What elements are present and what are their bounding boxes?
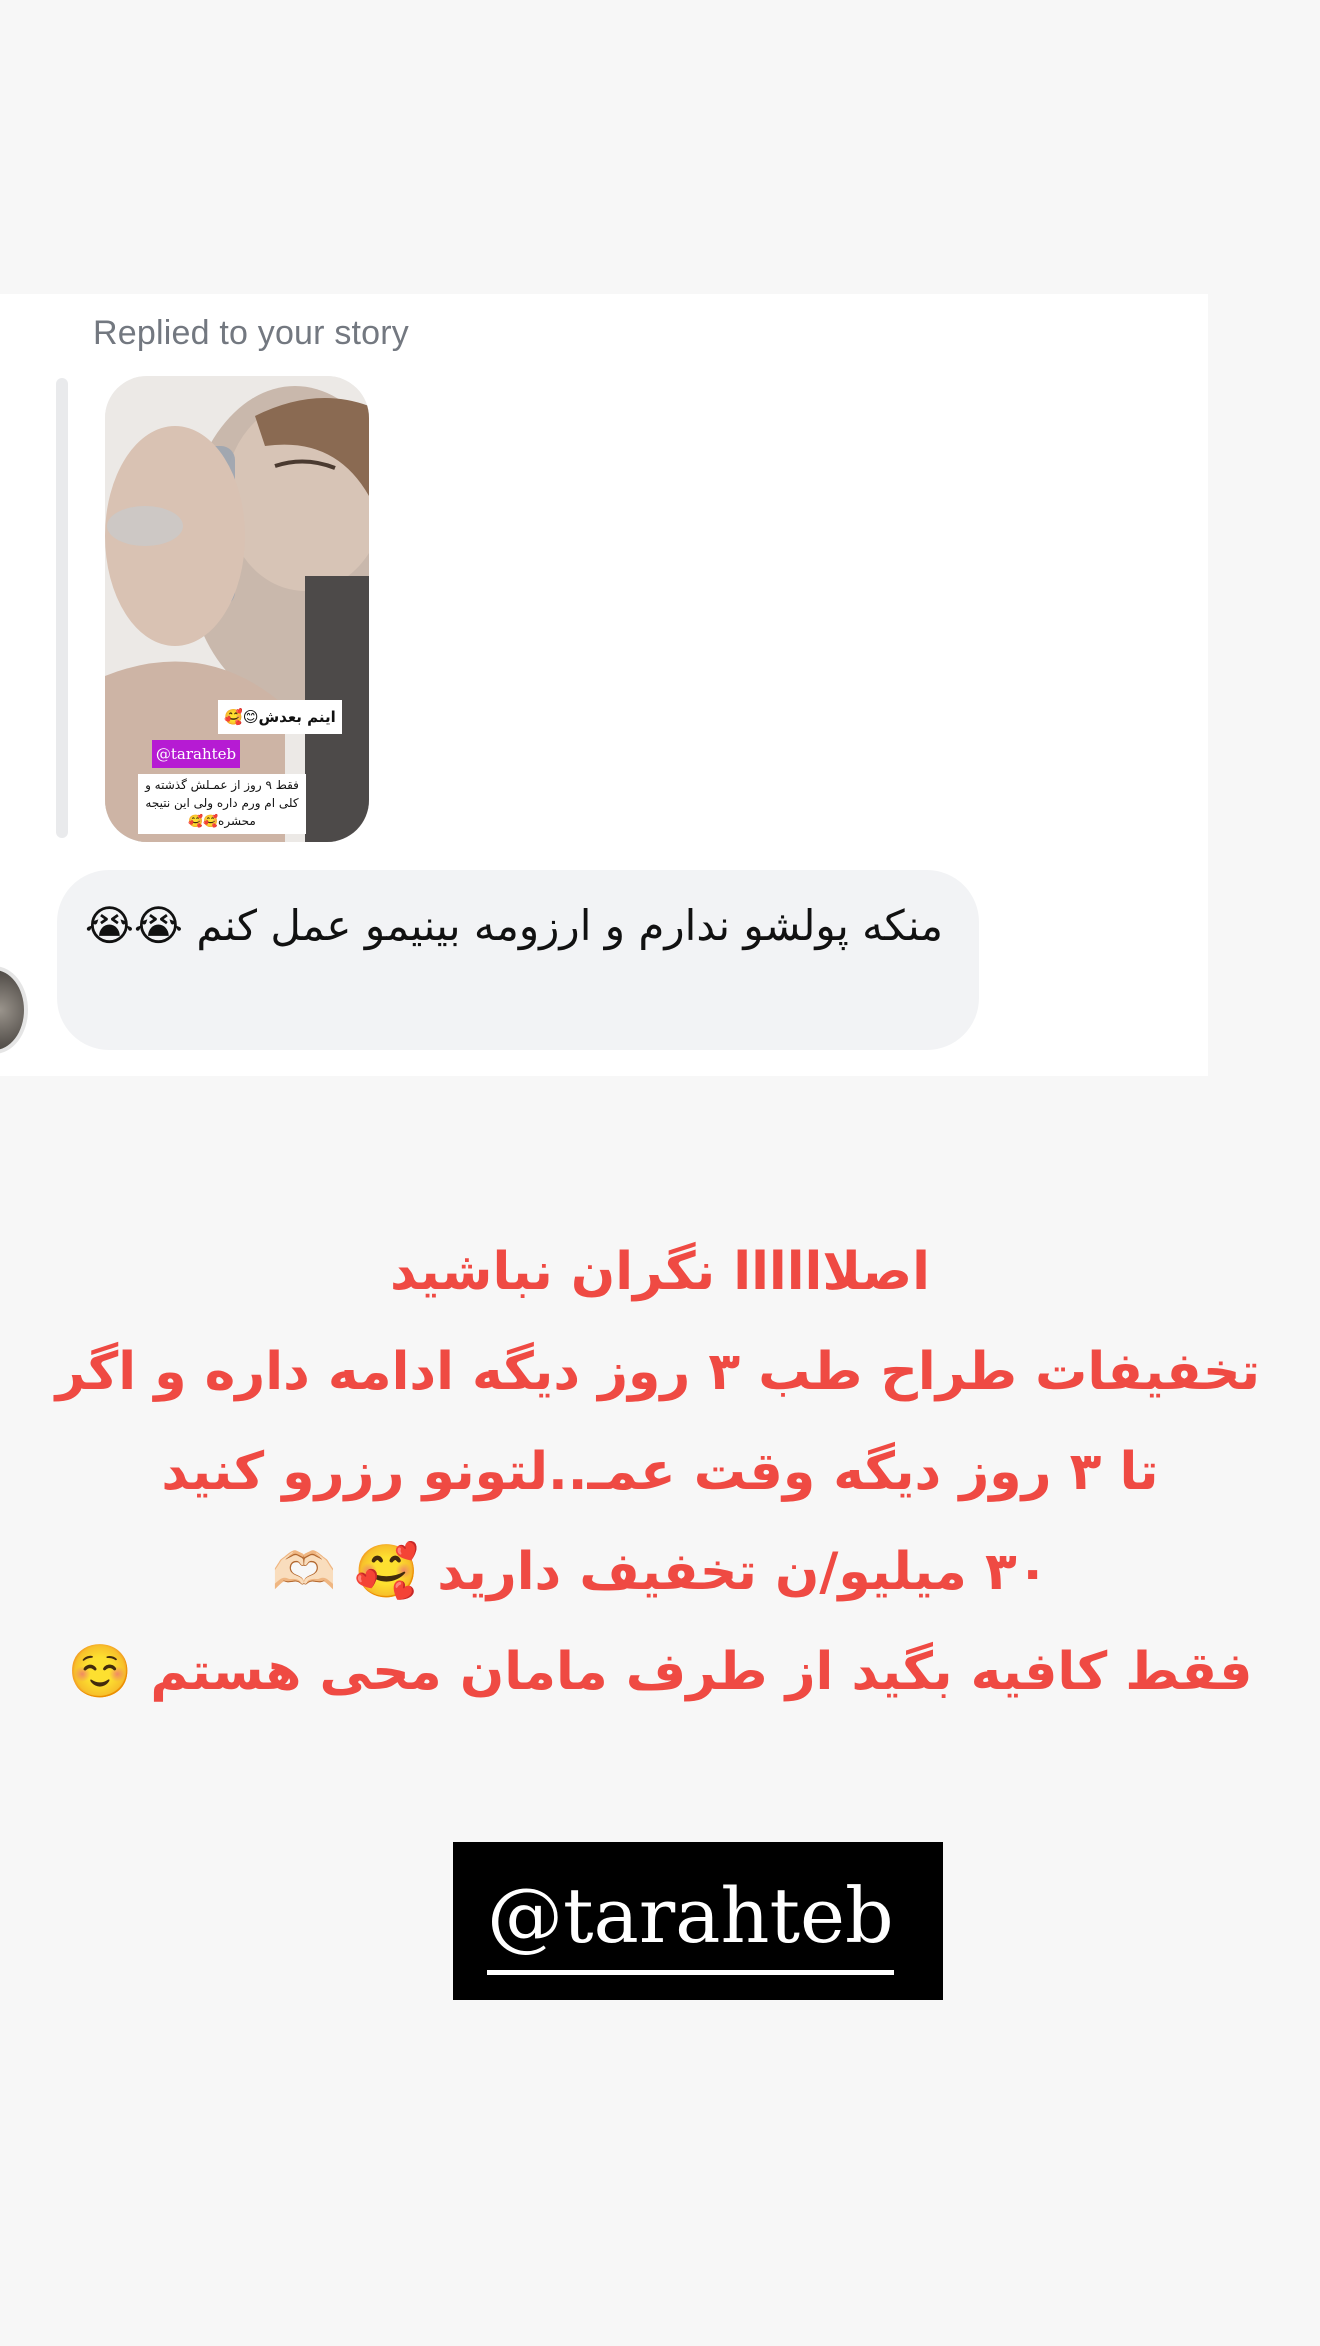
promo-line: ۳۰ میلیو/ن تخفیف دارید 🥰 🫶🏻 [271, 1542, 1049, 1602]
story-mention-tag: @tarahteb [152, 740, 240, 768]
promo-line: تا ۳ روز دیگه وقت عمـ..لتونو رزرو کنید [161, 1442, 1159, 1502]
promo-line: تخفیفات طراح طب ۳ روز دیگه ادامه داره و … [55, 1342, 1260, 1402]
sender-avatar[interactable] [0, 966, 28, 1054]
story-sticker-caption: اینم بعدش😊🥰 [218, 700, 342, 734]
mention-sticker[interactable]: @tarahteb [453, 1842, 943, 2000]
story-photo [105, 376, 369, 842]
reply-quote-bar [56, 378, 68, 838]
story-sticker-note: فقط ۹ روز از عمـلش گذشته و کلی ام ورم دا… [138, 774, 306, 834]
mention-underline [487, 1970, 894, 1975]
story-reply-card: Replied to your story اینم بعدش😊🥰 @tarah… [0, 294, 1208, 1076]
promo-line: اصلاااااا نگران نباشید [390, 1242, 930, 1302]
promo-line: فقط کافیه بگید از طرف مامان محی هستم ☺️ [67, 1642, 1253, 1702]
message-bubble[interactable]: منکه پولشو ندارم و ارزومه بینیمو عمل کنم… [57, 870, 979, 1050]
promo-text-block: اصلاااااا نگران نباشید تخفیفات طراح طب ۳… [55, 1222, 1260, 1722]
message-text: منکه پولشو ندارم و ارزومه بینیمو عمل کنم… [84, 901, 943, 950]
mention-handle-text: @tarahteb [487, 1871, 894, 1960]
replied-to-story-label: Replied to your story [93, 314, 410, 352]
story-thumbnail[interactable]: اینم بعدش😊🥰 @tarahteb فقط ۹ روز از عمـلش… [105, 376, 369, 842]
